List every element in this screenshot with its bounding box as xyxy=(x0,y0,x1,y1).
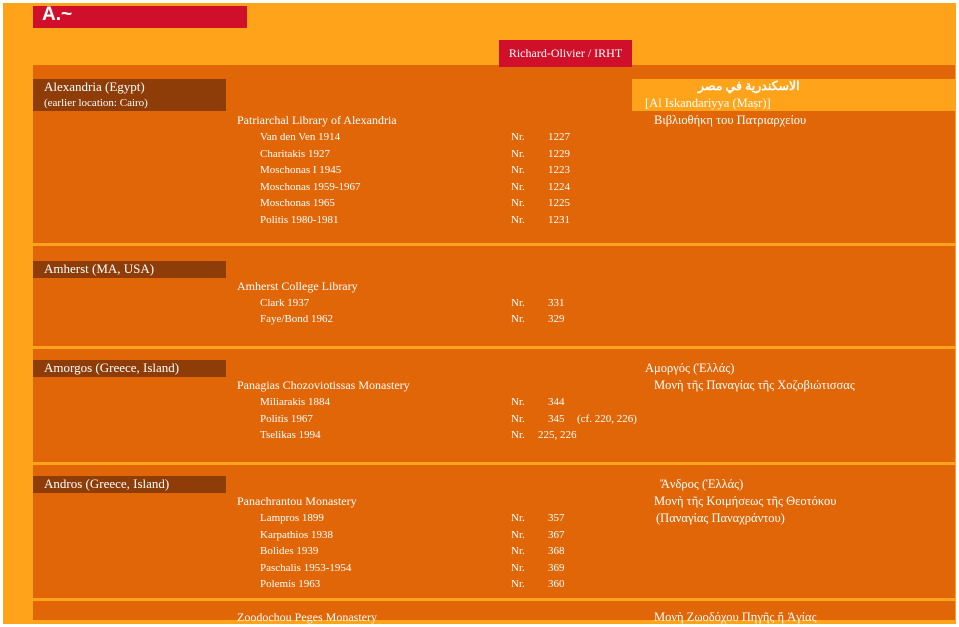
native-location-name: Αμοργός (Ἑλλάς) xyxy=(645,361,735,375)
location-name: Andros (Greece, Island) xyxy=(44,476,170,491)
ref-prefix: Nr. xyxy=(511,562,525,574)
ref-number: 1229 xyxy=(548,148,570,160)
ref-author: Clark 1937 xyxy=(260,297,310,309)
ref-author: Karpathios 1938 xyxy=(260,529,334,541)
ref-number: 368 xyxy=(548,545,565,557)
separator xyxy=(33,598,955,601)
ref-prefix: Nr. xyxy=(511,396,525,408)
native-name-transliteration: [Al Iskandariyya (Maṣr)] xyxy=(645,96,771,110)
ref-prefix: Nr. xyxy=(511,181,525,193)
ref-prefix: Nr. xyxy=(511,148,525,160)
separator xyxy=(33,462,955,465)
ref-prefix: Nr. xyxy=(511,413,525,425)
ref-prefix: Nr. xyxy=(511,313,525,325)
ref-author: Charitakis 1927 xyxy=(260,148,330,160)
native-library-alt-name: (Παναγίας Παναχράντου) xyxy=(656,511,785,525)
ref-number: 345 xyxy=(548,413,565,425)
ref-note: (cf. 220, 226) xyxy=(577,413,637,425)
ref-number: 1223 xyxy=(548,164,570,176)
ref-number: 1224 xyxy=(548,181,570,193)
location-name: Alexandria (Egypt) xyxy=(44,79,145,94)
native-location-name: Ἄνδρος (Ἑλλάς) xyxy=(660,477,744,491)
ref-author: Politis 1967 xyxy=(260,413,313,425)
ref-author: Bolides 1939 xyxy=(260,545,319,557)
native-library-name: Μονὴ τῆς Κοιμήσεως τῆς Θεοτόκου xyxy=(654,494,837,508)
ref-number: 331 xyxy=(548,297,565,309)
ref-number: 1225 xyxy=(548,197,570,209)
ref-author: Moschonas I 1945 xyxy=(260,164,342,176)
ref-number: 344 xyxy=(548,396,565,408)
ref-number: 1227 xyxy=(548,131,570,143)
author-label: Richard-Olivier / IRHT xyxy=(499,40,632,67)
library-name: Zoodochou Peges Monastery xyxy=(237,610,377,624)
native-library-name: Βιβλιοθήκη του Πατριαρχείου xyxy=(654,113,807,127)
ref-author: Tselikas 1994 xyxy=(260,429,321,441)
ref-author: Faye/Bond 1962 xyxy=(260,313,334,325)
separator xyxy=(33,243,955,246)
library-name: Patriarchal Library of Alexandria xyxy=(237,113,397,127)
ref-author: Politis 1980-1981 xyxy=(260,214,339,226)
ref-author: Van den Ven 1914 xyxy=(260,131,341,143)
ref-prefix: Nr. xyxy=(511,429,525,441)
ref-prefix: Nr. xyxy=(511,197,525,209)
native-name-arabic: الاسكندرية في مصر xyxy=(698,79,800,93)
ref-number: 357 xyxy=(548,512,565,524)
ref-prefix: Nr. xyxy=(511,297,525,309)
location-note: (earlier location: Cairo) xyxy=(44,97,148,109)
ref-author: Lampros 1899 xyxy=(260,512,324,524)
content-area xyxy=(33,65,955,620)
ref-prefix: Nr. xyxy=(511,545,525,557)
ref-author: Paschalis 1953-1954 xyxy=(260,562,352,574)
location-name: Amherst (MA, USA) xyxy=(44,261,155,276)
native-library-name: Μονὴ τῆς Παναγίας τῆς Χοζοβιώτισσας xyxy=(654,378,855,392)
ref-number: 367 xyxy=(548,529,565,541)
top-band xyxy=(33,28,955,65)
ref-author: Moschonas 1959-1967 xyxy=(260,181,361,193)
library-name: Panachrantou Monastery xyxy=(237,494,357,508)
ref-prefix: Nr. xyxy=(511,164,525,176)
ref-number: 225, 226 xyxy=(538,429,577,441)
ref-number: 1231 xyxy=(548,214,570,226)
ref-prefix: Nr. xyxy=(511,529,525,541)
ref-prefix: Nr. xyxy=(511,578,525,590)
header-bar xyxy=(248,6,955,28)
library-name: Panagias Chozoviotissas Monastery xyxy=(237,378,410,392)
ref-prefix: Nr. xyxy=(511,512,525,524)
section-letter: A.~ xyxy=(42,4,73,25)
ref-author: Miliarakis 1884 xyxy=(260,396,330,408)
ref-number: 369 xyxy=(548,562,565,574)
native-library-name: Μονὴ Ζωοδόχου Πηγῆς ἤ Ἁγίας xyxy=(654,610,817,624)
ref-prefix: Nr. xyxy=(511,214,525,226)
ref-author: Moschonas 1965 xyxy=(260,197,335,209)
ref-author: Polemis 1963 xyxy=(260,578,321,590)
ref-number: 360 xyxy=(548,578,565,590)
ref-prefix: Nr. xyxy=(511,131,525,143)
location-name: Amorgos (Greece, Island) xyxy=(44,360,180,375)
separator xyxy=(33,346,955,349)
ref-number: 329 xyxy=(548,313,565,325)
library-name: Amherst College Library xyxy=(237,279,358,293)
